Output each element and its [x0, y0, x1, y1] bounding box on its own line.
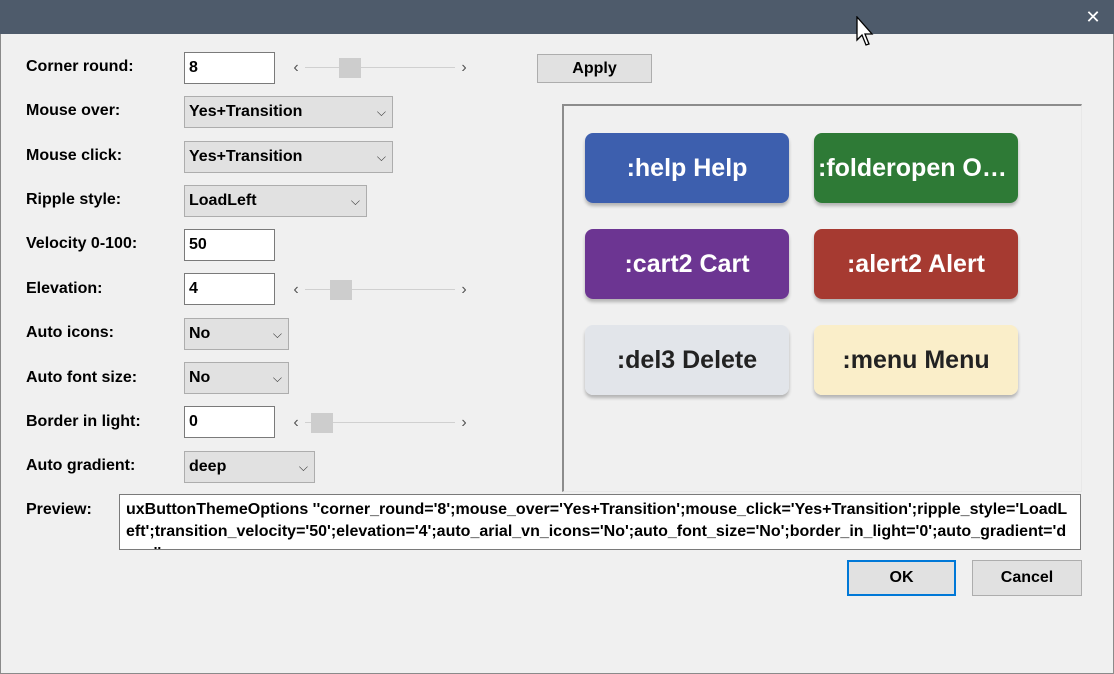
- auto-gradient-value: deep: [189, 458, 227, 475]
- cart-theme-button[interactable]: :cart2 Cart: [585, 229, 789, 299]
- dialog-body: Corner round: 8 ‹ › Apply Mouse over: Ye…: [0, 34, 1114, 674]
- border-in-light-slider[interactable]: ‹ ›: [289, 412, 471, 434]
- mouse-over-select[interactable]: Yes+Transition ⌵: [184, 96, 393, 128]
- slider-right-arrow-icon[interactable]: ›: [457, 412, 471, 434]
- slider-right-arrow-icon[interactable]: ›: [457, 57, 471, 79]
- help-theme-button[interactable]: :help Help: [585, 133, 789, 203]
- velocity-input[interactable]: 50: [184, 229, 275, 261]
- auto-font-size-label: Auto font size:: [26, 369, 138, 386]
- cancel-button[interactable]: Cancel: [972, 560, 1082, 596]
- chevron-down-icon: ⌵: [272, 371, 282, 385]
- elevation-input[interactable]: 4: [184, 273, 275, 305]
- velocity-label: Velocity 0-100:: [26, 235, 138, 252]
- auto-icons-value: No: [189, 325, 211, 342]
- slider-left-arrow-icon[interactable]: ‹: [289, 412, 303, 434]
- corner-round-input[interactable]: 8: [184, 52, 275, 84]
- chevron-down-icon: ⌵: [350, 194, 360, 208]
- slider-right-arrow-icon[interactable]: ›: [457, 279, 471, 301]
- theme-preview-panel: :help Help :folderopen Open :cart2 Cart …: [562, 104, 1082, 492]
- slider-thumb[interactable]: [330, 280, 353, 300]
- slider-track: [305, 289, 455, 290]
- border-in-light-input[interactable]: 0: [184, 406, 275, 438]
- ripple-style-value: LoadLeft: [189, 192, 257, 209]
- slider-thumb[interactable]: [339, 58, 362, 78]
- close-icon: ✕: [1085, 7, 1101, 27]
- mouse-over-value: Yes+Transition: [189, 103, 303, 120]
- close-button[interactable]: ✕: [1082, 6, 1104, 28]
- mouse-over-label: Mouse over:: [26, 102, 121, 119]
- chevron-down-icon: ⌵: [298, 460, 308, 474]
- ripple-style-select[interactable]: LoadLeft ⌵: [184, 185, 367, 217]
- chevron-down-icon: ⌵: [272, 327, 282, 341]
- apply-button[interactable]: Apply: [537, 54, 652, 83]
- ok-button[interactable]: OK: [847, 560, 956, 596]
- chevron-down-icon: ⌵: [376, 105, 386, 119]
- slider-thumb[interactable]: [311, 413, 333, 433]
- chevron-down-icon: ⌵: [376, 150, 386, 164]
- auto-gradient-select[interactable]: deep ⌵: [184, 451, 315, 483]
- mouse-click-value: Yes+Transition: [189, 148, 303, 165]
- border-in-light-label: Border in light:: [26, 413, 141, 430]
- auto-gradient-label: Auto gradient:: [26, 457, 136, 474]
- corner-round-label: Corner round:: [26, 58, 134, 75]
- preview-textbox[interactable]: uxButtonThemeOptions ''corner_round='8';…: [119, 494, 1081, 550]
- auto-icons-label: Auto icons:: [26, 324, 114, 341]
- elevation-slider[interactable]: ‹ ›: [289, 279, 471, 301]
- title-bar: ✕: [0, 0, 1114, 34]
- corner-round-slider[interactable]: ‹ ›: [289, 57, 471, 79]
- alert-theme-button[interactable]: :alert2 Alert: [814, 229, 1018, 299]
- auto-font-size-select[interactable]: No ⌵: [184, 362, 289, 394]
- open-theme-button[interactable]: :folderopen Open: [814, 133, 1018, 203]
- auto-font-size-value: No: [189, 369, 211, 386]
- menu-theme-button[interactable]: :menu Menu: [814, 325, 1018, 395]
- auto-icons-select[interactable]: No ⌵: [184, 318, 289, 350]
- preview-label: Preview:: [26, 501, 92, 518]
- mouse-click-select[interactable]: Yes+Transition ⌵: [184, 141, 393, 173]
- mouse-click-label: Mouse click:: [26, 147, 123, 164]
- elevation-label: Elevation:: [26, 280, 103, 297]
- slider-left-arrow-icon[interactable]: ‹: [289, 279, 303, 301]
- slider-left-arrow-icon[interactable]: ‹: [289, 57, 303, 79]
- slider-track: [305, 67, 455, 68]
- delete-theme-button[interactable]: :del3 Delete: [585, 325, 789, 395]
- ripple-style-label: Ripple style:: [26, 191, 122, 208]
